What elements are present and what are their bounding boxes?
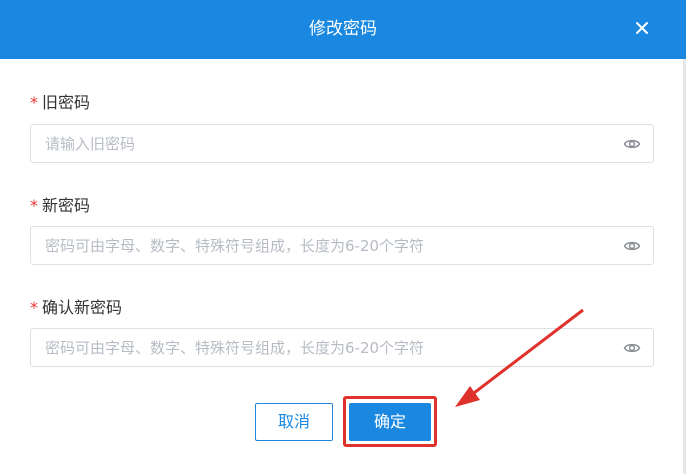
confirm-password-field [30, 328, 654, 367]
required-mark: * [30, 196, 38, 215]
eye-icon[interactable] [623, 237, 641, 255]
old-password-label: * 旧密码 [30, 89, 90, 113]
confirm-button[interactable]: 确定 [349, 403, 431, 441]
confirm-password-label-text: 确认新密码 [42, 298, 123, 317]
confirm-password-input[interactable] [45, 329, 605, 366]
new-password-label: * 新密码 [30, 192, 90, 216]
old-password-input[interactable] [45, 125, 605, 162]
old-password-label-text: 旧密码 [42, 93, 91, 112]
eye-icon[interactable] [623, 135, 641, 153]
required-mark: * [30, 298, 38, 317]
cancel-button[interactable]: 取消 [255, 403, 333, 441]
change-password-dialog: 修改密码 * 旧密码 * 新密码 * 确认新密码 取消 确定 [0, 0, 686, 474]
eye-icon[interactable] [623, 339, 641, 357]
dialog-title: 修改密码 [309, 19, 377, 39]
new-password-input[interactable] [45, 227, 605, 264]
old-password-field [30, 124, 654, 163]
confirm-password-label: * 确认新密码 [30, 294, 122, 318]
new-password-field [30, 226, 654, 265]
new-password-label-text: 新密码 [42, 196, 91, 215]
dialog-header: 修改密码 [0, 0, 686, 59]
required-mark: * [30, 93, 38, 112]
close-icon[interactable] [628, 14, 656, 42]
